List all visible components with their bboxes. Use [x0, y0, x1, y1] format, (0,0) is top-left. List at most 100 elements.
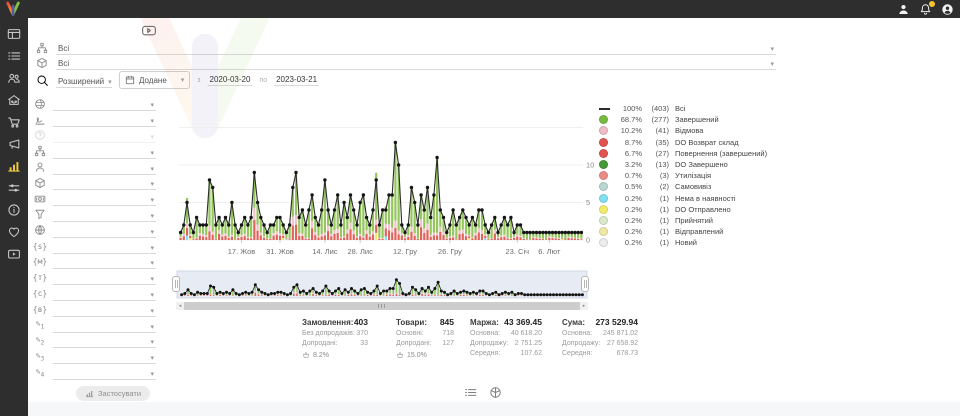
filter-select-1[interactable]: ▾ — [53, 96, 156, 111]
filter-select-9[interactable]: ▾ — [53, 223, 156, 238]
list-icon[interactable] — [7, 49, 21, 63]
filter-select-8[interactable]: ▾ — [53, 207, 156, 222]
basket-up-icon — [396, 351, 404, 359]
legend-count: (2) — [642, 182, 669, 191]
filter-select-16[interactable]: ▾ — [53, 333, 156, 348]
filter-select-3[interactable]: ▾ — [53, 128, 156, 143]
search-mode-value: Розширений — [58, 77, 104, 86]
stat-column-3: Маржа:43 369.45Основна:40 618.20Допродаж… — [470, 317, 542, 360]
filter-select-6[interactable]: ▾ — [53, 175, 156, 190]
chart-brush[interactable] — [176, 270, 588, 300]
stat-title: Замовлення: — [302, 318, 353, 327]
scroll-left-icon[interactable]: ◂ — [176, 302, 184, 310]
info-icon[interactable] — [7, 203, 21, 217]
brush-handle-right[interactable] — [581, 276, 589, 292]
package-icon — [34, 177, 46, 189]
brace-m-icon: {м} — [34, 256, 46, 268]
analytics-dashboard: Всі ▾ Всі ▾ Розширений ▾ Додане ▾ з 2020… — [0, 0, 960, 416]
video-tag-icon[interactable] — [140, 23, 158, 38]
sliders-icon[interactable] — [7, 181, 21, 195]
legend-item[interactable]: 3.2%(13)DO Завершено — [599, 159, 784, 170]
money-icon — [34, 193, 46, 205]
date-to-input[interactable]: 2023-03-21 — [274, 75, 319, 86]
legend-pct: 100% — [612, 104, 642, 113]
filter-row-10: {s}▾ — [34, 238, 156, 254]
dashboard-icon[interactable] — [7, 27, 21, 41]
filter-select-11[interactable]: ▾ — [53, 254, 156, 269]
legend-label: DO Завершено — [675, 160, 728, 169]
chevron-down-icon: ▾ — [770, 46, 774, 53]
filter-row-18: ✎4▾ — [34, 365, 156, 381]
chevron-down-icon: ▾ — [150, 134, 154, 141]
cart-icon[interactable] — [7, 115, 21, 129]
filter-select-5[interactable]: ▾ — [53, 160, 156, 175]
legend-item[interactable]: 0.2%(1)Нема в наявності — [599, 193, 784, 204]
date-field-select[interactable]: Додане ▾ — [119, 71, 190, 89]
filter-select-4[interactable]: ▾ — [53, 144, 156, 159]
funnel-select[interactable]: Всі ▾ — [56, 40, 776, 55]
product-select[interactable]: Всі ▾ — [56, 55, 776, 70]
list-view-icon[interactable] — [464, 386, 477, 399]
legend-line-swatch — [599, 108, 610, 110]
product-select-value: Всі — [58, 59, 69, 68]
search-icon[interactable] — [36, 74, 49, 87]
chevron-down-icon: ▾ — [150, 245, 154, 252]
legend-item[interactable]: 10.2%(41)Відмова — [599, 125, 784, 136]
filter-select-18[interactable]: ▾ — [53, 365, 156, 380]
heart-icon[interactable] — [7, 225, 21, 239]
filter-select-12[interactable]: ▾ — [53, 270, 156, 285]
date-from-input[interactable]: 2020-03-20 — [208, 75, 253, 86]
legend-pct: 0.2% — [612, 205, 642, 214]
filter-select-7[interactable]: ▾ — [53, 191, 156, 206]
svg-text:10: 10 — [586, 161, 594, 170]
scrollbar-thumb[interactable] — [184, 302, 580, 310]
legend-item[interactable]: 0.2%(1)Відправлений — [599, 226, 784, 237]
person-icon — [34, 161, 46, 173]
svg-text:14. Лис: 14. Лис — [312, 247, 338, 256]
legend-item[interactable]: 0.7%(3)Утилізація — [599, 170, 784, 181]
legend-item[interactable]: 68.7%(277)Завершений — [599, 114, 784, 125]
legend-item[interactable]: 0.5%(2)Самовивіз — [599, 181, 784, 192]
legend-count: (3) — [642, 171, 669, 180]
filter-select-2[interactable]: ▾ — [53, 112, 156, 127]
apply-button[interactable]: Застосувати — [76, 386, 150, 401]
stat-sub-label: Середня: — [470, 350, 500, 360]
legend-item[interactable]: 8.7%(35)DO Возврат склад — [599, 137, 784, 148]
search-mode-select[interactable]: Розширений ▾ — [56, 73, 112, 88]
stat-value: 403 — [354, 317, 368, 327]
users-icon[interactable] — [7, 71, 21, 85]
stat-sub-label: Основна: — [562, 330, 592, 340]
filter-panel: ▾▾▾▾▾▾▾▾▾{s}▾{м}▾{т}▾{c}▾{в}▾✎1▾✎2▾✎3▾✎4… — [34, 96, 156, 403]
filter-select-13[interactable]: ▾ — [53, 286, 156, 301]
legend-item[interactable]: 0.2%(1)Новий — [599, 237, 784, 248]
legend-pct: 0.2% — [612, 194, 642, 203]
brush-handle-left[interactable] — [172, 276, 180, 292]
app-logo-icon[interactable] — [5, 1, 21, 17]
brace-t-icon: {т} — [34, 272, 46, 284]
user-bust-icon[interactable] — [897, 3, 910, 16]
legend-label: Самовивіз — [675, 182, 711, 191]
signature-icon — [34, 114, 46, 126]
filter-select-10[interactable]: ▾ — [53, 239, 156, 254]
legend-item[interactable]: 6.7%(27)Повернення (завершений) — [599, 148, 784, 159]
legend-item[interactable]: 100%(403)Всі — [599, 103, 784, 114]
chart-scrollbar[interactable]: ◂ ▸ — [176, 302, 588, 310]
stat-upsell-pct: 8.2% — [313, 352, 329, 359]
bell-icon[interactable] — [919, 3, 932, 16]
filter-select-14[interactable]: ▾ — [53, 302, 156, 317]
filter-select-15[interactable]: ▾ — [53, 318, 156, 333]
chevron-down-icon: ▾ — [150, 181, 154, 188]
avatar-icon[interactable] — [941, 3, 954, 16]
legend-item[interactable]: 0.2%(1)Прийнятий — [599, 215, 784, 226]
apply-chart-icon — [85, 389, 94, 398]
scroll-right-icon[interactable]: ▸ — [580, 302, 588, 310]
filter-select-17[interactable]: ▾ — [53, 349, 156, 364]
megaphone-icon[interactable] — [7, 137, 21, 151]
chart-icon[interactable] — [7, 159, 21, 173]
video-icon[interactable] — [7, 247, 21, 261]
legend-dot-swatch — [599, 160, 608, 169]
legend-item[interactable]: 0.2%(1)DO Отправлено — [599, 204, 784, 215]
legend-pct: 68.7% — [612, 115, 642, 124]
store-icon[interactable] — [7, 93, 21, 107]
package-view-icon[interactable] — [489, 386, 502, 399]
